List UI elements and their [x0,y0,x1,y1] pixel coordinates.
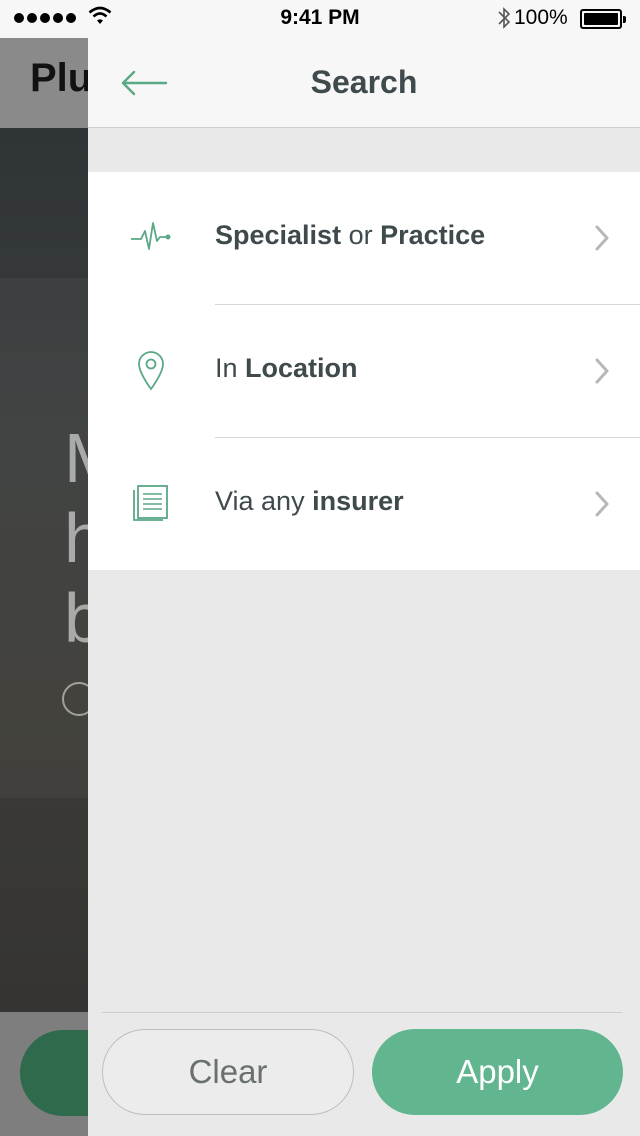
specialist-or-practice-row[interactable]: Specialist or Practice [88,172,640,305]
location-pin-icon [128,347,174,393]
pulse-icon [128,214,174,260]
battery-percentage: 100% [514,6,568,29]
location-row[interactable]: In Location [88,305,640,438]
status-bar: 9:41 PM 100% [0,0,640,38]
apply-button[interactable]: Apply [372,1029,623,1115]
search-drawer: Search Specialist or Practice In Locatio… [88,38,640,1136]
document-icon [128,480,174,526]
chevron-right-icon [595,225,609,251]
screen: 9:41 PM 100% Plu M h b Se [0,0,640,1136]
search-criteria-list: Specialist or Practice In Location Via a… [88,172,640,570]
insurer-row[interactable]: Via any insurer [88,438,640,571]
drawer-nav-bar: Search [88,38,640,128]
clear-button[interactable]: Clear [102,1029,354,1115]
drawer-title: Search [310,64,418,100]
background-title: Plu [30,56,93,100]
bluetooth-icon [498,7,511,29]
chevron-right-icon [595,491,609,517]
row-label: In Location [215,353,358,383]
chevron-right-icon [595,358,609,384]
battery-icon [580,9,626,29]
row-label: Via any insurer [215,486,404,516]
footer-divider [102,1012,622,1013]
row-label: Specialist or Practice [215,220,486,250]
